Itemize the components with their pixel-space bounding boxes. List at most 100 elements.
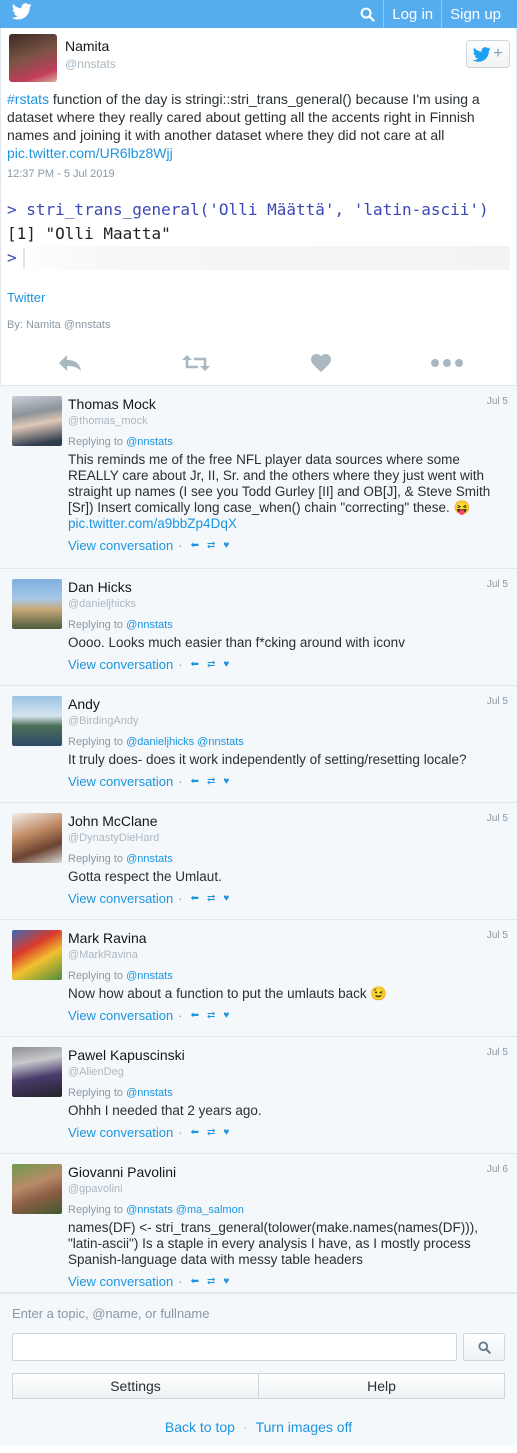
reply-author-name[interactable]: Dan Hicks	[68, 579, 505, 595]
signup-link[interactable]: Sign up	[441, 0, 509, 28]
view-conversation-link[interactable]: View conversation	[68, 1125, 173, 1140]
reply-text: names(DF) <- stri_trans_general(tolower(…	[68, 1220, 478, 1267]
reply-author-handle[interactable]: @MarkRavina	[68, 949, 505, 961]
reply-author-name[interactable]: John McClane	[68, 813, 505, 829]
source-link[interactable]: Twitter	[7, 290, 510, 305]
code-screenshot[interactable]: > stri_trans_general('Olli Määttä', 'lat…	[7, 198, 510, 270]
retweet-icon[interactable]: ⇄	[207, 540, 215, 551]
reply-author-name[interactable]: Andy	[68, 696, 505, 712]
avatar[interactable]	[12, 813, 62, 863]
pic-link[interactable]: pic.twitter.com/UR6lbz8Wjj	[7, 145, 173, 161]
reply-author-handle[interactable]: @gpavolini	[68, 1183, 505, 1195]
reply-icon[interactable]	[50, 354, 90, 372]
avatar[interactable]	[9, 34, 57, 82]
replying-to-link[interactable]: @nnstats	[126, 853, 173, 865]
back-to-top-link[interactable]: Back to top	[165, 1419, 235, 1435]
like-icon[interactable]: ♥	[223, 540, 229, 551]
like-icon[interactable]: ♥	[223, 893, 229, 904]
reply-icon[interactable]: ⬅	[191, 1010, 199, 1021]
avatar[interactable]	[12, 696, 62, 746]
reply-date[interactable]: Jul 5	[487, 1047, 508, 1058]
view-conversation-link[interactable]: View conversation	[68, 1008, 173, 1023]
reply-footer: View conversation · ⬅ ⇄ ♥	[68, 1008, 505, 1023]
reply-date[interactable]: Jul 5	[487, 696, 508, 707]
retweet-icon[interactable]: ⇄	[207, 893, 215, 904]
reply-icon[interactable]: ⬅	[191, 1127, 199, 1138]
retweet-icon[interactable]	[176, 354, 216, 372]
like-icon[interactable]: ♥	[223, 776, 229, 787]
dot-separator: ·	[178, 891, 183, 906]
replying-to-link[interactable]: @nnstats	[126, 436, 173, 448]
avatar[interactable]	[12, 1164, 62, 1214]
retweet-icon[interactable]: ⇄	[207, 1276, 215, 1287]
reply-author-name[interactable]: Mark Ravina	[68, 930, 505, 946]
author-handle[interactable]: @nnstats	[65, 57, 116, 71]
search-button[interactable]	[463, 1333, 505, 1361]
reply-footer: View conversation · ⬅ ⇄ ♥	[68, 1274, 505, 1289]
reply-date[interactable]: Jul 6	[487, 1164, 508, 1175]
pic-link[interactable]: pic.twitter.com/a9bbZp4DqX	[68, 516, 237, 531]
like-icon[interactable]	[301, 354, 341, 372]
view-conversation-link[interactable]: View conversation	[68, 774, 173, 789]
replying-to-link[interactable]: @danieljhicks @nnstats	[126, 736, 244, 748]
reply-author-handle[interactable]: @thomas_mock	[68, 415, 505, 427]
cursor	[22, 248, 25, 268]
search-input[interactable]	[12, 1333, 457, 1361]
retweet-icon[interactable]: ⇄	[207, 1010, 215, 1021]
search-icon[interactable]	[352, 0, 383, 28]
reply-author-name[interactable]: Thomas Mock	[68, 396, 505, 412]
avatar[interactable]	[12, 396, 62, 446]
login-link[interactable]: Log in	[383, 0, 441, 28]
reply-icon[interactable]: ⬅	[191, 893, 199, 904]
like-icon[interactable]: ♥	[223, 659, 229, 670]
reply-icon[interactable]: ⬅	[191, 540, 199, 551]
reply-icon[interactable]: ⬅	[191, 776, 199, 787]
reply-author-handle[interactable]: @AlienDeg	[68, 1066, 505, 1078]
search-icon	[477, 1340, 491, 1354]
replying-to-link[interactable]: @nnstats	[126, 970, 173, 982]
replying-to-link[interactable]: @nnstats @ma_salmon	[126, 1204, 244, 1216]
reply-icon[interactable]: ⬅	[191, 659, 199, 670]
reply-date[interactable]: Jul 5	[487, 396, 508, 407]
tweet-body: function of the day is stringi::stri_tra…	[7, 91, 480, 143]
like-icon[interactable]: ♥	[223, 1127, 229, 1138]
twitter-bird-icon[interactable]	[11, 3, 32, 25]
more-icon[interactable]	[427, 358, 467, 368]
retweet-icon[interactable]: ⇄	[207, 776, 215, 787]
tweet-timestamp[interactable]: 12:37 PM - 5 Jul 2019	[7, 168, 510, 180]
retweet-icon[interactable]: ⇄	[207, 1127, 215, 1138]
reply-date[interactable]: Jul 5	[487, 813, 508, 824]
reply-author-handle[interactable]: @danieljhicks	[68, 598, 505, 610]
like-icon[interactable]: ♥	[223, 1010, 229, 1021]
view-conversation-link[interactable]: View conversation	[68, 538, 173, 553]
reply-author-handle[interactable]: @DynastyDieHard	[68, 832, 505, 844]
reply-author-handle[interactable]: @BirdingAndy	[68, 715, 505, 727]
follow-button[interactable]: +	[466, 40, 510, 68]
reply-date[interactable]: Jul 5	[487, 579, 508, 590]
reply-icon[interactable]: ⬅	[191, 1276, 199, 1287]
like-icon[interactable]: ♥	[223, 1276, 229, 1287]
avatar[interactable]	[12, 579, 62, 629]
by-name[interactable]: Namita	[26, 319, 61, 331]
turn-images-off-link[interactable]: Turn images off	[256, 1419, 353, 1435]
hashtag-link[interactable]: #rstats	[7, 91, 49, 107]
view-conversation-link[interactable]: View conversation	[68, 891, 173, 906]
replying-to-link[interactable]: @nnstats	[126, 1087, 173, 1099]
reply-author-name[interactable]: Giovanni Pavolini	[68, 1164, 505, 1180]
reply-footer: View conversation · ⬅ ⇄ ♥	[68, 538, 505, 553]
view-conversation-link[interactable]: View conversation	[68, 1274, 173, 1289]
reply-date[interactable]: Jul 5	[487, 930, 508, 941]
avatar[interactable]	[12, 1047, 62, 1097]
plus-icon: +	[493, 45, 503, 62]
author-name[interactable]: Namita	[65, 38, 116, 54]
view-conversation-link[interactable]: View conversation	[68, 657, 173, 672]
help-button[interactable]: Help	[259, 1373, 505, 1399]
replying-to-link[interactable]: @nnstats	[126, 619, 173, 631]
reply-author-name[interactable]: Pawel Kapuscinski	[68, 1047, 505, 1063]
settings-button[interactable]: Settings	[12, 1373, 259, 1399]
by-handle[interactable]: @nnstats	[64, 319, 111, 331]
by-line: By: Namita @nnstats	[7, 319, 510, 331]
retweet-icon[interactable]: ⇄	[207, 659, 215, 670]
avatar[interactable]	[12, 930, 62, 980]
reply-text: Ohhh I needed that 2 years ago.	[68, 1103, 262, 1118]
